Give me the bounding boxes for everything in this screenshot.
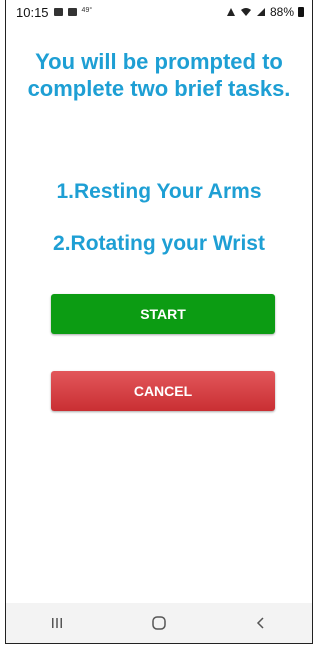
- wifi-icon: [240, 8, 251, 16]
- signal-icon: [256, 8, 265, 16]
- battery-percent: 88%: [269, 5, 294, 19]
- image-notification-icon: [67, 8, 77, 16]
- wifi-calling-icon: [226, 8, 235, 16]
- recents-icon: [52, 618, 62, 628]
- back-button[interactable]: [241, 608, 281, 638]
- recents-button[interactable]: [37, 608, 77, 638]
- home-button[interactable]: [139, 608, 179, 638]
- phone-frame: 10:15 49° 88% You will be prompted to co…: [5, 0, 313, 644]
- navigation-bar: [6, 603, 312, 643]
- task-2-label: 2.Rotating your Wrist: [53, 232, 265, 255]
- start-button[interactable]: START: [51, 294, 275, 334]
- status-left: 10:15 49°: [16, 5, 92, 20]
- status-time: 10:15: [16, 4, 49, 20]
- intro-text: You will be prompted to complete two bri…: [27, 49, 291, 101]
- gallery-notification-icon: [53, 8, 63, 16]
- status-bar: 10:15 49° 88%: [6, 0, 312, 24]
- back-icon: [256, 617, 264, 629]
- cancel-button[interactable]: CANCEL: [51, 371, 275, 411]
- status-right: 88%: [226, 5, 304, 19]
- temperature-text: 49°: [81, 6, 93, 14]
- task-1-label: 1.Resting Your Arms: [56, 180, 262, 203]
- battery-icon: [298, 7, 304, 17]
- main-content: You will be prompted to complete two bri…: [6, 24, 312, 604]
- home-icon: [152, 616, 166, 630]
